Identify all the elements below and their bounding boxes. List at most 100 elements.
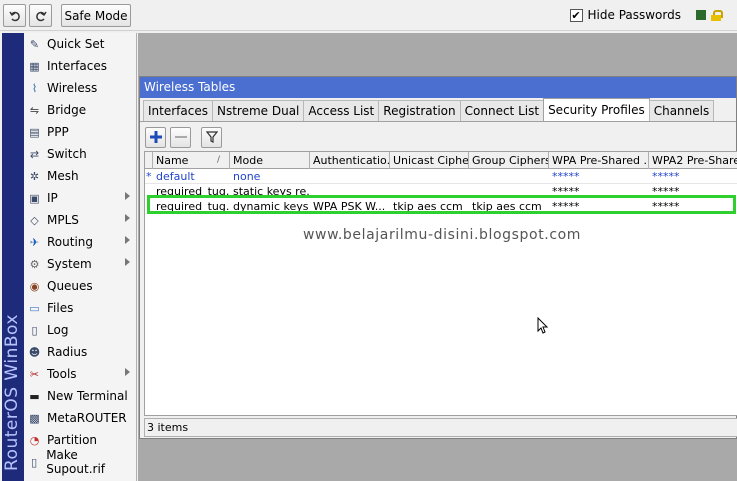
sidebar-item-routing[interactable]: ✈ Routing	[24, 231, 136, 253]
tab-security-profiles[interactable]: Security Profiles	[543, 98, 650, 121]
sidebar-item-label: MPLS	[47, 213, 79, 227]
switch-icon: ⇄	[29, 147, 40, 161]
sidebar-item-label: Quick Set	[47, 37, 105, 51]
lock-icon	[711, 9, 723, 21]
status-bar: 3 items	[144, 418, 737, 437]
table-cell	[469, 184, 549, 199]
table-header: NameModeAuthenticatio...Unicast CiphersG…	[145, 152, 737, 169]
table-cell: static keys re...	[233, 185, 310, 198]
interfaces-icon: ▦	[29, 59, 40, 73]
sort-indicator: /	[217, 155, 221, 165]
sidebar-item-ip[interactable]: ▣ IP	[24, 187, 136, 209]
sidebar-item-make-supout-rif[interactable]: ▯ Make Supout.rif	[24, 448, 136, 476]
undo-button[interactable]	[3, 4, 26, 27]
sidebar-item-tools[interactable]: ✂ Tools	[24, 363, 136, 385]
supout-icon: ▯	[31, 455, 38, 469]
sidebar-item-files[interactable]: ▭ Files	[24, 297, 136, 319]
submenu-arrow-icon	[125, 368, 130, 376]
table-cell: required_tug...	[156, 185, 230, 198]
redo-button[interactable]	[29, 4, 52, 27]
column-header[interactable]: Authenticatio...	[310, 152, 390, 169]
sidebar-item-label: Bridge	[47, 103, 87, 117]
main-toolbar: Safe Mode ✔ Hide Passwords	[0, 0, 737, 31]
mpls-icon: ◇	[30, 213, 39, 227]
tab-nstreme-dual[interactable]: Nstreme Dual	[211, 100, 305, 121]
system-icon: ⚙	[29, 257, 40, 271]
column-header[interactable]	[145, 152, 153, 169]
filter-icon	[205, 131, 218, 143]
column-header[interactable]: Unicast Ciphers	[390, 152, 469, 169]
sidebar-item-label: Queues	[47, 279, 93, 293]
sidebar-item-radius[interactable]: ☻ Radius	[24, 341, 136, 363]
undo-icon	[8, 11, 20, 21]
sidebar-item-quick-set[interactable]: ✎ Quick Set	[24, 33, 136, 55]
sidebar-item-label: MetaROUTER	[47, 411, 127, 425]
table-cell	[310, 169, 390, 184]
sidebar-item-system[interactable]: ⚙ System	[24, 253, 136, 275]
tab-interfaces[interactable]: Interfaces	[143, 100, 213, 121]
sidebar-item-label: Tools	[47, 367, 77, 381]
table-toolbar	[140, 122, 736, 152]
sidebar-item-label: Interfaces	[47, 59, 107, 73]
sidebar-item-label: Files	[47, 301, 74, 315]
sidebar-item-mpls[interactable]: ◇ MPLS	[24, 209, 136, 231]
table-cell: dynamic keys	[233, 200, 309, 213]
table-cell: *****	[652, 200, 680, 213]
brand-strip: RouterOS WinBox	[2, 33, 24, 481]
hide-passwords-checkbox[interactable]: ✔	[569, 8, 583, 22]
column-header[interactable]: Group Ciphers	[469, 152, 549, 169]
tab-connect-list[interactable]: Connect List	[459, 100, 545, 121]
table-cell: required_tug...	[156, 200, 230, 213]
partition-icon: ◔	[29, 433, 40, 447]
column-header[interactable]: Mode	[230, 152, 310, 169]
mesh-icon: ✲	[29, 169, 40, 183]
sidebar-item-label: IP	[47, 191, 58, 205]
sidebar-item-label: Switch	[47, 147, 87, 161]
table-row[interactable]: * default none ***** *****	[145, 169, 737, 184]
remove-button[interactable]	[170, 126, 191, 148]
table-cell	[390, 169, 469, 184]
sidebar-item-queues[interactable]: ◉ Queues	[24, 275, 136, 297]
table-cell: *****	[552, 170, 580, 183]
add-button[interactable]	[145, 126, 166, 148]
mouse-cursor-icon	[537, 317, 549, 334]
sidebar-item-label: Radius	[47, 345, 88, 359]
sidebar-item-bridge[interactable]: ⇋ Bridge	[24, 99, 136, 121]
sidebar-item-label: Routing	[47, 235, 94, 249]
window-title[interactable]: Wireless Tables	[140, 77, 736, 98]
table-row[interactable]: required_tug... static keys re... ***** ***…	[145, 184, 737, 199]
security-profiles-table: NameModeAuthenticatio...Unicast CiphersG…	[144, 151, 737, 416]
hide-passwords-label: Hide Passwords	[587, 8, 681, 22]
filter-button[interactable]	[201, 126, 222, 148]
table-cell	[469, 169, 549, 184]
sidebar-item-label: System	[47, 257, 92, 271]
tab-access-list[interactable]: Access List	[303, 100, 380, 121]
column-header[interactable]: WPA2 Pre-Shared	[649, 152, 737, 169]
table-row[interactable]: required_tug... dynamic keys WPA PSK W... t…	[145, 199, 737, 214]
sidebar-item-wireless[interactable]: ⌇ Wireless	[24, 77, 136, 99]
tab-registration[interactable]: Registration	[378, 100, 461, 121]
sidebar-item-switch[interactable]: ⇄ Switch	[24, 143, 136, 165]
sidebar-item-mesh[interactable]: ✲ Mesh	[24, 165, 136, 187]
routing-icon: ✈	[29, 235, 40, 249]
table-cell	[145, 199, 153, 214]
terminal-icon: ▬	[29, 389, 40, 403]
queues-icon: ◉	[29, 279, 40, 293]
tab-channels[interactable]: Channels	[648, 100, 715, 121]
submenu-arrow-icon	[125, 236, 130, 244]
minus-icon	[174, 136, 187, 138]
table-cell	[390, 184, 469, 199]
sidebar-item-log[interactable]: ▯ Log	[24, 319, 136, 341]
sidebar-item-ppp[interactable]: ▤ PPP	[24, 121, 136, 143]
item-count: 3 items	[147, 421, 189, 434]
table-cell: *	[146, 170, 152, 183]
hide-passwords-control: ✔ Hide Passwords	[569, 8, 723, 22]
watermark-text: www.belajarilmu-disini.blogspot.com	[303, 227, 582, 243]
column-header[interactable]: WPA Pre-Shared ...	[549, 152, 649, 169]
sidebar-item-interfaces[interactable]: ▦ Interfaces	[24, 55, 136, 77]
bridge-icon: ⇋	[29, 103, 40, 117]
sidebar-item-new-terminal[interactable]: ▬ New Terminal	[24, 385, 136, 407]
safe-mode-button[interactable]: Safe Mode	[61, 4, 131, 27]
tools-icon: ✂	[29, 367, 40, 381]
sidebar-item-metarouter[interactable]: ▩ MetaROUTER	[24, 407, 136, 429]
